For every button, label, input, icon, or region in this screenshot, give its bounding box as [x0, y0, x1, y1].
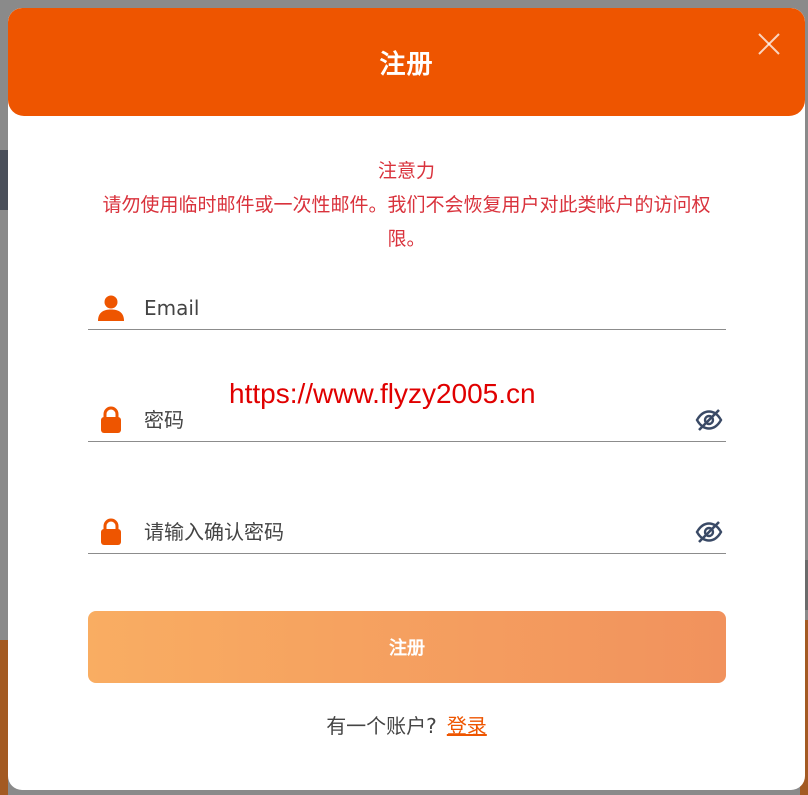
eye-off-icon[interactable] [694, 517, 724, 547]
eye-off-icon[interactable] [694, 405, 724, 435]
modal-title: 注册 [379, 49, 434, 80]
notice: 注意力 请勿使用临时邮件或一次性邮件。我们不会恢复用户对此类帐户的访问权限。 [8, 154, 805, 256]
login-link[interactable]: 登录 [447, 714, 487, 738]
user-icon [96, 293, 126, 323]
login-prompt: 有一个账户? [326, 714, 437, 738]
close-button[interactable] [755, 30, 783, 58]
lock-icon [96, 405, 126, 435]
login-row: 有一个账户? 登录 [8, 710, 805, 739]
notice-heading: 注意力 [377, 160, 435, 182]
register-button[interactable]: 注册 [88, 611, 726, 683]
close-icon [758, 33, 780, 55]
modal-header: 注册 [8, 8, 805, 116]
confirm-password-field [88, 510, 726, 554]
password-field [88, 398, 726, 442]
notice-body: 请勿使用临时邮件或一次性邮件。我们不会恢复用户对此类帐户的访问权限。 [102, 194, 711, 250]
backdrop-left-bottom [0, 640, 8, 795]
email-field [88, 286, 726, 330]
backdrop-left-mid [0, 150, 8, 210]
lock-icon [96, 517, 126, 547]
email-input[interactable] [144, 287, 726, 328]
confirm-password-input[interactable] [144, 511, 694, 552]
password-input[interactable] [144, 399, 694, 440]
register-modal: 注册 注意力 请勿使用临时邮件或一次性邮件。我们不会恢复用户对此类帐户的访问权限… [8, 8, 805, 790]
